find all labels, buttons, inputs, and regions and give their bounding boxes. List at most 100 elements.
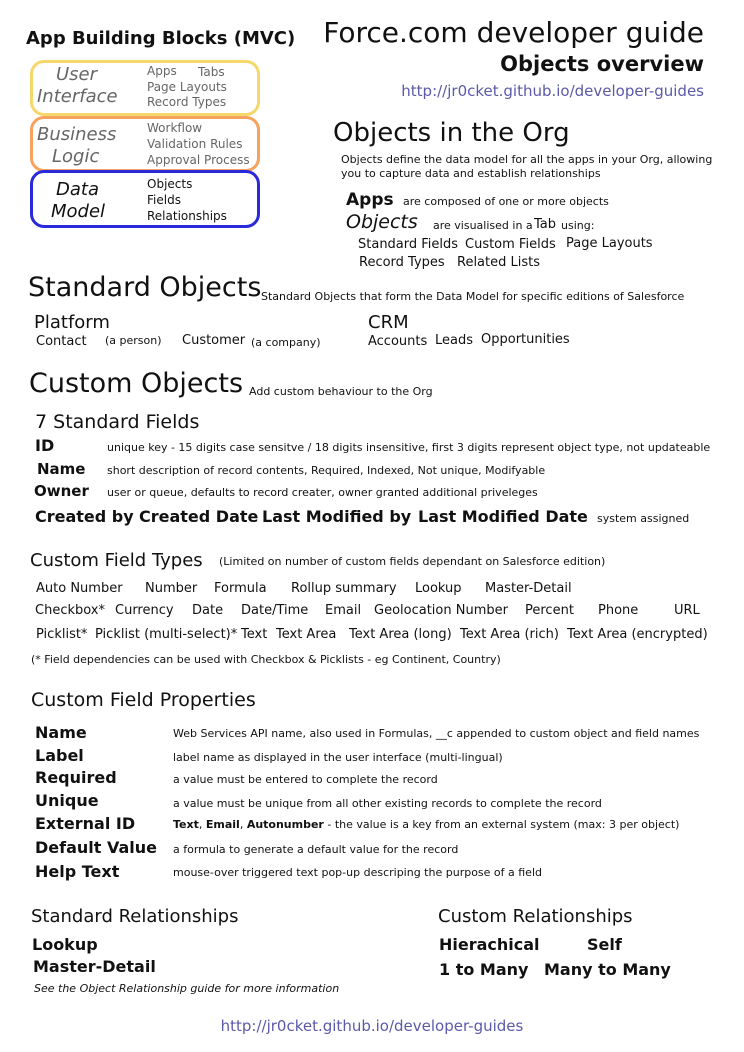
dm-item: Fields xyxy=(147,193,181,207)
ui-label-line2: Interface xyxy=(37,86,118,107)
field-type: Text xyxy=(241,627,268,642)
field-desc: unique key - 15 digits case sensitve / 1… xyxy=(107,441,711,454)
desc-bold: Autonumber xyxy=(246,818,324,831)
header-url-link[interactable]: http://jr0cket.github.io/developer-guide… xyxy=(401,82,704,100)
page-title: Force.com developer guide xyxy=(323,16,704,49)
property-name: Required xyxy=(35,768,117,787)
relationship-note: See the Object Relationship guide for mo… xyxy=(34,982,340,995)
building-blocks-title: App Building Blocks (MVC) xyxy=(26,28,296,49)
feature-item: Custom Fields xyxy=(465,237,556,252)
ui-item: Tabs xyxy=(198,65,225,79)
property-name: Unique xyxy=(35,791,99,810)
objects-desc: are visualised in a xyxy=(433,219,533,232)
property-desc: a formula to generate a default value fo… xyxy=(173,843,459,856)
relationship-item: 1 to Many xyxy=(439,960,529,979)
field-type: Lookup xyxy=(415,581,462,596)
field-type: Percent xyxy=(525,603,574,618)
property-name: Help Text xyxy=(35,862,120,881)
audit-field: Created Date xyxy=(139,507,259,526)
crm-item: Opportunities xyxy=(481,332,570,347)
field-types-footnote: (* Field dependencies can be used with C… xyxy=(31,653,501,666)
audit-note: system assigned xyxy=(597,512,690,525)
field-type: Picklist* xyxy=(36,627,88,642)
objects-word: Objects xyxy=(346,211,418,233)
bl-item: Validation Rules xyxy=(147,137,243,151)
property-name: Default Value xyxy=(35,838,158,857)
apps-word: Apps xyxy=(346,190,394,210)
field-type: Date xyxy=(192,603,224,618)
tab-word: Tab xyxy=(534,217,557,232)
field-name: Name xyxy=(37,460,86,478)
objects-in-org-title: Objects in the Org xyxy=(333,118,570,148)
property-desc: a value must be unique from all other ex… xyxy=(173,797,602,810)
field-name: ID xyxy=(35,436,55,455)
desc-bold: Email xyxy=(205,818,240,831)
field-type: Text Area (encrypted) xyxy=(567,627,708,642)
property-name: Label xyxy=(35,746,84,765)
objects-desc-line2: you to capture data and establish relati… xyxy=(341,167,601,180)
platform-contact-note: (a person) xyxy=(105,334,162,347)
platform-customer: Customer xyxy=(182,333,246,348)
property-desc: a value must be entered to complete the … xyxy=(173,773,438,786)
page-subtitle: Objects overview xyxy=(500,52,704,76)
audit-field: Last Modified by xyxy=(262,507,412,526)
relationship-item: Hierachical xyxy=(439,935,540,954)
apps-desc: are composed of one or more objects xyxy=(403,195,609,208)
platform-customer-note: (a company) xyxy=(251,336,321,349)
field-desc: user or queue, defaults to record create… xyxy=(107,486,538,499)
field-type: Auto Number xyxy=(36,581,123,596)
bl-label-line1: Business xyxy=(37,124,117,145)
dm-label-line2: Model xyxy=(51,201,106,222)
platform-contact: Contact xyxy=(36,334,87,349)
property-desc: mouse-over triggered text pop-up descrip… xyxy=(173,866,542,879)
footer-url-link[interactable]: http://jr0cket.github.io/developer-guide… xyxy=(0,1017,744,1035)
field-type: Currency xyxy=(115,603,174,618)
property-desc: Web Services API name, also used in Form… xyxy=(173,727,700,740)
ui-item: Page Layouts xyxy=(147,80,227,94)
desc-bold: Text xyxy=(173,818,199,831)
field-type: Text Area (rich) xyxy=(460,627,559,642)
desc-rest: - the value is a key from an external sy… xyxy=(323,818,680,831)
standard-fields-title: 7 Standard Fields xyxy=(35,411,200,433)
field-types-title: Custom Field Types xyxy=(30,550,203,571)
custom-objects-desc: Add custom behaviour to the Org xyxy=(249,385,433,398)
feature-item: Standard Fields xyxy=(358,237,459,252)
field-type: Picklist (multi-select)* xyxy=(95,627,238,642)
ui-label-line1: User xyxy=(56,64,98,85)
property-name: External ID xyxy=(35,814,136,833)
property-desc: label name as displayed in the user inte… xyxy=(173,751,503,764)
field-type: Master-Detail xyxy=(485,581,572,596)
field-type: Rollup summary xyxy=(291,581,397,596)
field-type: Email xyxy=(325,603,362,618)
relationship-item: Lookup xyxy=(32,935,98,954)
field-type: Checkbox* xyxy=(35,603,105,618)
field-type: Geolocation Number xyxy=(374,603,508,618)
field-type: Formula xyxy=(214,581,267,596)
relationship-item: Self xyxy=(587,935,622,954)
objects-desc-line1: Objects define the data model for all th… xyxy=(341,153,713,166)
desc-sep: , xyxy=(198,818,206,831)
dm-item: Relationships xyxy=(147,209,227,223)
property-name: Name xyxy=(35,723,87,742)
feature-item: Related Lists xyxy=(457,255,541,270)
standard-relationships-title: Standard Relationships xyxy=(31,906,239,927)
field-type: Number xyxy=(145,581,198,596)
field-types-note: (Limited on number of custom fields depe… xyxy=(219,555,606,568)
using-word: using: xyxy=(561,219,595,232)
crm-title: CRM xyxy=(368,312,409,333)
dm-label-line1: Data xyxy=(56,179,99,200)
dm-item: Objects xyxy=(147,177,193,191)
audit-field: Created by xyxy=(35,507,134,526)
field-properties-title: Custom Field Properties xyxy=(31,689,256,711)
crm-item: Accounts xyxy=(368,334,428,349)
field-type: Date/Time xyxy=(241,603,309,618)
field-type: Text Area (long) xyxy=(349,627,452,642)
field-type: URL xyxy=(674,603,700,618)
field-type: Phone xyxy=(598,603,639,618)
crm-item: Leads xyxy=(435,333,474,348)
custom-relationships-title: Custom Relationships xyxy=(438,906,633,927)
relationship-item: Many to Many xyxy=(544,960,671,979)
property-desc-external-id: Text, Email, Autonumber - the value is a… xyxy=(173,818,679,831)
standard-objects-desc: Standard Objects that form the Data Mode… xyxy=(261,290,685,303)
feature-item: Page Layouts xyxy=(566,236,653,251)
